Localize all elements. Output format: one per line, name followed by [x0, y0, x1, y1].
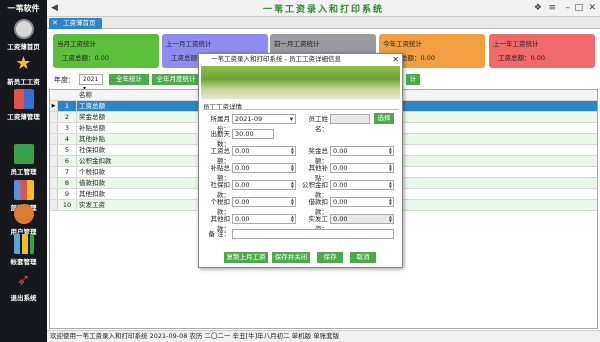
stats-button[interactable]: 计	[406, 74, 420, 85]
tab-close-icon[interactable]: ✕	[52, 18, 58, 29]
sidebar-item-home[interactable]: 工资薄首页	[0, 19, 47, 57]
sidebar-item-employees[interactable]: 员工管理	[0, 144, 47, 182]
spin-icon[interactable]: ▲ ▼	[291, 164, 294, 172]
employee-salary-dialog: 一苇工资录入和打印系统 - 员工工资详细信息 ✕ 员工工资详情 所属月份： 20…	[198, 53, 403, 268]
net-salary-field[interactable]: 0.00 ▲ ▼	[330, 214, 394, 224]
grid-icon	[13, 89, 34, 109]
tab-bar: ✕ 工资薄首页	[47, 17, 600, 29]
year-stats-button[interactable]: 全年统计	[109, 74, 149, 85]
card-last-year[interactable]: 上一年工资统计 工资总额：0.00	[489, 34, 595, 68]
star-icon: ★	[15, 53, 32, 74]
salary-field[interactable]: 0.00 ▲ ▼	[232, 146, 296, 156]
spin-icon[interactable]: ▲ ▼	[389, 147, 392, 155]
bars-icon	[13, 234, 34, 254]
dialog-title-bar: 一苇工资录入和打印系统 - 员工工资详细信息 ✕	[199, 54, 402, 65]
spin-icon[interactable]: ▲ ▼	[291, 147, 294, 155]
app-title: 一苇工资录入和打印系统	[262, 5, 384, 15]
card-current-month[interactable]: 当月工资统计 工资总额：0.00	[53, 34, 159, 68]
loan-field[interactable]: 0.00 ▲ ▼	[330, 197, 394, 207]
compass-icon	[13, 19, 34, 39]
spin-icon[interactable]: ▲ ▼	[291, 181, 294, 189]
save-button[interactable]: 保存	[317, 252, 343, 263]
bonus-field[interactable]: 0.00 ▲ ▼	[330, 146, 394, 156]
sidebar-item-accounts[interactable]: 帐套管理	[0, 234, 47, 272]
other-allowance-field[interactable]: 0.00 ▲ ▼	[330, 163, 394, 173]
select-employee-button[interactable]: 选择	[374, 113, 394, 124]
social-field[interactable]: 0.00 ▲ ▼	[232, 180, 296, 190]
sidebar-item-exit[interactable]: ➶ 退出系统	[0, 270, 47, 308]
book-icon	[13, 144, 34, 164]
spin-icon[interactable]: ▲ ▼	[389, 181, 392, 189]
tax-field[interactable]: 0.00 ▲ ▼	[232, 197, 296, 207]
skin-icon[interactable]: ❖	[534, 3, 542, 13]
monthly-stats-button[interactable]: 全年月度统计	[152, 74, 200, 85]
row-pointer-icon: ▶	[50, 101, 58, 111]
brand-title: 一苇软件	[7, 4, 40, 13]
tab-home[interactable]: ✕ 工资薄首页	[49, 18, 102, 29]
dialog-banner-image	[201, 66, 400, 99]
divider	[203, 109, 398, 110]
sidebar-item-salary-book[interactable]: 工资薄管理	[0, 89, 47, 127]
other-deduction-field[interactable]: 0.00 ▲ ▼	[232, 214, 296, 224]
sidebar-item-new-salary[interactable]: ★ 新员工工资	[0, 54, 47, 92]
maximize-icon[interactable]: □	[574, 3, 583, 13]
minimize-icon[interactable]: –	[566, 3, 571, 13]
fund-field[interactable]: 0.00 ▲ ▼	[330, 180, 394, 190]
spin-icon[interactable]: ▲ ▼	[291, 215, 294, 223]
users-icon	[13, 204, 34, 224]
name-field[interactable]	[330, 114, 370, 124]
dialog-close-icon[interactable]: ✕	[392, 54, 399, 65]
year-label: 年度：	[54, 76, 75, 84]
calendar-icon[interactable]: ▾	[290, 115, 293, 123]
rocket-icon: ➶	[16, 270, 31, 289]
cancel-button[interactable]: 取消	[350, 252, 376, 263]
close-icon[interactable]: ✕	[588, 3, 596, 13]
name-label: 员工姓名：	[308, 115, 329, 133]
days-field[interactable]: 30.00	[232, 129, 274, 139]
year-select[interactable]: 2021 ▾	[79, 74, 103, 92]
chart-icon	[13, 180, 34, 200]
note-field[interactable]	[232, 229, 394, 239]
spin-icon[interactable]: ▲ ▼	[389, 198, 392, 206]
title-bar: ◀ 一苇工资录入和打印系统 ❖ ≡ – □ ✕	[47, 0, 600, 17]
copy-last-month-button[interactable]: 复制上月工资	[224, 252, 268, 263]
allowance-field[interactable]: 0.00 ▲ ▼	[232, 163, 296, 173]
save-close-button[interactable]: 保存并关闭	[272, 252, 310, 263]
sidebar: 一苇软件 工资薄首页 ★ 新员工工资 工资薄管理 员工管理 部门管理 用户管理 …	[0, 0, 47, 342]
spin-icon[interactable]: ▲ ▼	[389, 164, 392, 172]
status-bar: 欢迎使用一苇工资录入和打印系统 2021-09-08 农历 二〇二一 辛丑[牛]…	[47, 330, 600, 342]
menu-icon[interactable]: ≡	[548, 3, 556, 13]
spin-icon[interactable]: ▲ ▼	[291, 198, 294, 206]
month-picker[interactable]: 2021-09 ▾	[232, 114, 296, 124]
note-label: 备 注：	[208, 230, 230, 238]
spin-icon[interactable]: ▲ ▼	[389, 215, 392, 223]
